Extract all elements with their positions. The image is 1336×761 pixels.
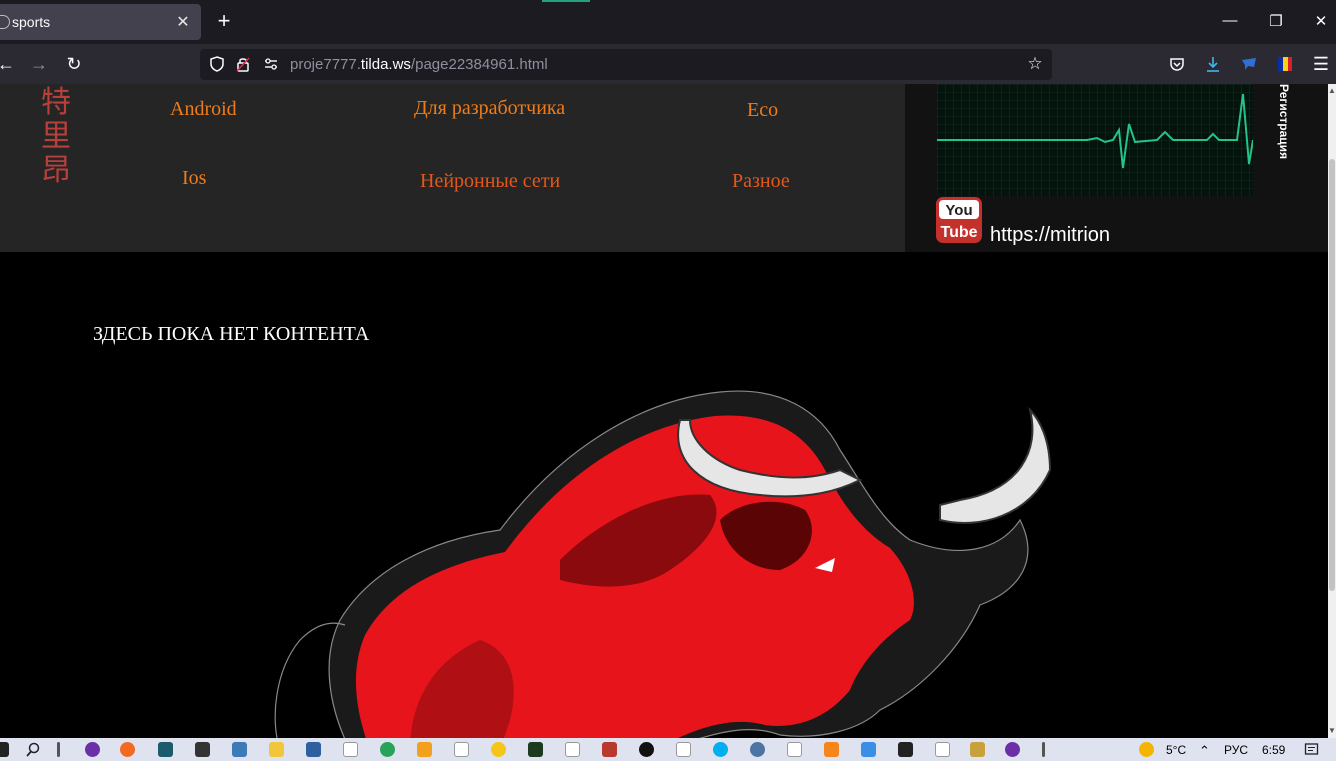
shield-icon[interactable] — [208, 55, 226, 73]
green-app-icon[interactable] — [380, 742, 395, 757]
wrench-tool-icon[interactable] — [898, 742, 913, 757]
windows-taskbar: 5°C ⌃ РУС 6:59 — [0, 738, 1336, 761]
tray-chevron-up-icon[interactable]: ⌃ — [1199, 743, 1210, 759]
tab-close-icon[interactable]: ✕ — [175, 12, 191, 32]
terminal-icon[interactable] — [195, 742, 210, 757]
flag-extension-icon[interactable] — [1276, 55, 1294, 73]
registration-link[interactable]: Регистрация — [1276, 84, 1296, 164]
menu-link-neural-networks[interactable]: Нейронные сети — [420, 170, 560, 193]
document-icon[interactable] — [676, 742, 691, 757]
search-icon[interactable] — [26, 742, 41, 757]
firefox-icon[interactable] — [120, 742, 135, 757]
logo-glyph: 昂 — [41, 153, 71, 188]
logo-glyph: 里 — [41, 119, 71, 154]
page-scrollbar[interactable]: ▲ ▼ — [1328, 84, 1336, 738]
url-path: /page22384961.html — [410, 56, 548, 73]
python-file-icon[interactable] — [306, 742, 321, 757]
notifications-icon[interactable] — [1304, 742, 1319, 757]
browser-tab-bar: sports ✕ + — ❐ ✕ — [0, 0, 1336, 44]
settings-gear-icon[interactable] — [861, 742, 876, 757]
coin-app-icon[interactable] — [491, 742, 506, 757]
new-tab-button[interactable]: + — [213, 10, 235, 32]
youtube-logo-icon[interactable]: You Tube — [936, 197, 982, 243]
document-icon[interactable] — [454, 742, 469, 757]
registration-label: Регистрация — [1277, 84, 1291, 160]
record-app-icon[interactable] — [639, 742, 654, 757]
web-page: 特 里 昂 Android Для разработчика Eco Ios Н… — [0, 84, 1328, 738]
tor-browser-icon[interactable] — [1005, 742, 1020, 757]
browser-tab[interactable]: sports ✕ — [0, 4, 201, 40]
url-domain: tilda.ws — [360, 56, 411, 73]
site-logo[interactable]: 特 里 昂 — [36, 86, 76, 188]
document-icon[interactable] — [565, 742, 580, 757]
editor-app-icon[interactable] — [158, 742, 173, 757]
url-bar[interactable]: proje7777.tilda.ws/page22384961.html ☆ — [200, 49, 1052, 80]
tab-accent-line — [542, 0, 590, 2]
window-close-button[interactable]: ✕ — [1311, 12, 1331, 30]
menu-link-ios[interactable]: Ios — [182, 167, 206, 190]
bull-image — [274, 390, 1052, 738]
weather-temperature[interactable]: 5°C — [1166, 743, 1186, 757]
screen: sports ✕ + — ❐ ✕ ← → ↻ proje7777.tilda.w… — [0, 0, 1336, 761]
document-icon[interactable] — [787, 742, 802, 757]
task-view-icon[interactable] — [57, 742, 60, 757]
language-indicator[interactable]: РУС — [1224, 743, 1248, 757]
youtube-logo-top: You — [945, 202, 972, 219]
start-button-icon[interactable] — [0, 742, 9, 757]
ekg-image — [937, 84, 1253, 196]
scroll-up-arrow-icon[interactable]: ▲ — [1328, 86, 1336, 95]
skype-icon[interactable] — [713, 742, 728, 757]
python-script-icon[interactable] — [970, 742, 985, 757]
youtube-logo-bottom: Tube — [940, 224, 977, 241]
tab-favicon-icon — [0, 15, 10, 29]
site-header: 特 里 昂 Android Для разработчика Eco Ios Н… — [0, 84, 905, 252]
insecure-lock-icon[interactable] — [234, 55, 252, 73]
menu-link-developer[interactable]: Для разработчика — [414, 97, 565, 120]
menu-link-eco[interactable]: Eco — [747, 99, 778, 122]
url-text[interactable]: proje7777.tilda.ws/page22384961.html — [290, 56, 548, 73]
document-icon[interactable] — [935, 742, 950, 757]
weather-sun-icon[interactable] — [1139, 742, 1154, 757]
python-idle-icon[interactable] — [269, 742, 284, 757]
url-prefix: proje7777. — [290, 56, 361, 73]
vk-icon[interactable] — [750, 742, 765, 757]
tor-browser-icon[interactable] — [85, 742, 100, 757]
reload-icon[interactable]: ↻ — [64, 54, 84, 74]
menu-link-android[interactable]: Android — [170, 98, 237, 121]
tab-title: sports — [12, 14, 51, 30]
metamask-icon[interactable] — [824, 742, 839, 757]
scroll-down-arrow-icon[interactable]: ▼ — [1328, 726, 1336, 735]
minimize-button[interactable]: — — [1220, 12, 1240, 29]
back-arrow-icon[interactable]: ← — [0, 54, 16, 74]
document-icon[interactable] — [343, 742, 358, 757]
extension-icon[interactable] — [1240, 55, 1258, 73]
menu-link-misc[interactable]: Разное — [732, 170, 790, 193]
taskbar-divider — [1042, 742, 1045, 757]
scrollbar-thumb[interactable] — [1329, 159, 1335, 591]
winrar-icon[interactable] — [602, 742, 617, 757]
restore-button[interactable]: ❐ — [1266, 12, 1286, 30]
download-icon[interactable] — [1204, 55, 1222, 73]
bookmark-star-icon[interactable]: ☆ — [1026, 55, 1044, 73]
clock-time[interactable]: 6:59 — [1262, 743, 1285, 757]
browser-nav-bar: ← → ↻ proje7777.tilda.ws/page22384961.ht… — [0, 44, 1336, 84]
forward-arrow-icon[interactable]: → — [29, 54, 49, 74]
app-menu-icon[interactable]: ☰ — [1311, 54, 1331, 74]
permissions-icon[interactable] — [262, 55, 280, 73]
monitor-app-icon[interactable] — [528, 742, 543, 757]
pocket-icon[interactable] — [1168, 55, 1186, 73]
youtube-link[interactable]: https://mitrion — [990, 224, 1110, 247]
python-icon[interactable] — [232, 742, 247, 757]
sublime-text-icon[interactable] — [417, 742, 432, 757]
logo-glyph: 特 — [41, 85, 71, 120]
